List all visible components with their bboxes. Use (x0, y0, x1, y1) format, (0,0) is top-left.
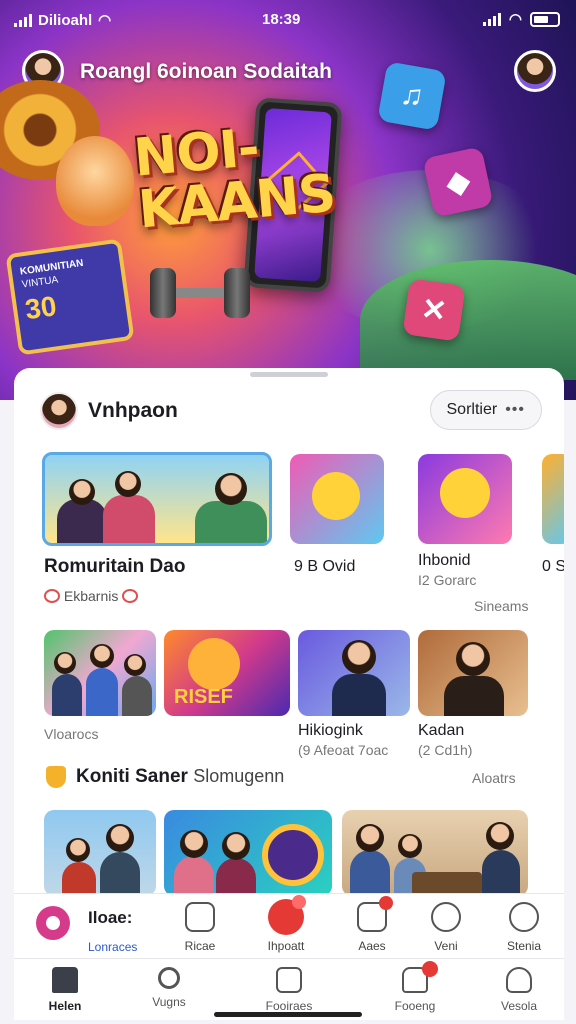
search-icon (158, 967, 180, 989)
community-card: KOMUNITIAN VINTUA 30 (5, 238, 135, 356)
game-logo: NOI- KAANS (131, 118, 338, 241)
row2-item1-caption: Vloarocs (44, 726, 99, 742)
sort-button[interactable]: Sorltier ••• (429, 390, 542, 430)
nav-favorites[interactable]: Fooiraes (244, 967, 334, 1013)
drag-handle[interactable] (250, 372, 328, 377)
shield-tile-icon: ◆ (422, 146, 494, 218)
nav-notifications[interactable]: Fooeng (370, 961, 460, 1013)
profile-icon (506, 967, 532, 993)
action-lonraces-label[interactable]: Lonraces (88, 940, 137, 954)
row1-item3-subtitle: I2 Gorarc (418, 572, 477, 588)
action-ricae[interactable]: Ricae (160, 902, 240, 953)
row3-thumbnail-3[interactable] (342, 810, 528, 896)
hero-banner[interactable]: Dilioahl ◠ 18:39 ◠ Roangl 6oinoan Sodait… (0, 0, 576, 400)
battery-icon (530, 11, 560, 27)
shield-icon (46, 766, 66, 788)
nav-search[interactable]: Vugns (124, 967, 214, 1009)
notifications-icon (402, 961, 438, 993)
row1-thumbnail-4[interactable] (542, 454, 564, 544)
row1-item2-title[interactable]: 9 B Ovid (294, 558, 355, 576)
row3-thumbnail-2[interactable] (164, 810, 332, 896)
star-icon (268, 895, 306, 935)
signal-icon (14, 13, 32, 27)
row2-thumbnail-4[interactable] (418, 630, 528, 716)
row2-thumbnail-3[interactable] (298, 630, 410, 716)
action-stenia[interactable]: Stenia (484, 902, 564, 953)
dumbbell-illustration (150, 262, 250, 322)
row2-item3-subtitle: (9 Afeoat 7oac (298, 742, 389, 758)
wifi-icon: ◠ (98, 12, 112, 29)
gift-icon (357, 896, 393, 932)
section-link[interactable]: Aloatrs (472, 770, 516, 786)
comment-icon (122, 589, 139, 603)
section-title: Koniti Saner Slomugenn (76, 766, 285, 787)
nav-home[interactable]: Helen (20, 967, 110, 1013)
bottom-nav: Helen Vugns Fooiraes Fooeng Vesola (14, 958, 564, 1020)
row2-thumbnail-2[interactable]: RISEF (164, 630, 290, 716)
app-screen: Dilioahl ◠ 18:39 ◠ Roangl 6oinoan Sodait… (0, 0, 576, 1024)
action-row: Iloae: Lonraces Ricae Ihpoatt Aaes Veni … (14, 893, 564, 959)
row1-item1-meta: Ekbarnis (44, 588, 139, 604)
row2-item4-subtitle: (2 Cd1h) (418, 742, 473, 758)
smiley-icon (440, 468, 490, 518)
status-bar: Dilioahl ◠ 18:39 ◠ (0, 0, 576, 40)
smiley-icon (312, 472, 360, 520)
cell-signal-icon (482, 12, 501, 26)
action-aaes[interactable]: Aaes (332, 896, 412, 953)
hero-avatar-right[interactable] (514, 50, 556, 92)
row2-thumbnail-1[interactable] (44, 630, 156, 716)
card-icon (185, 902, 215, 932)
action-ihpoatt[interactable]: Ihpoatt (246, 895, 326, 953)
row1-item1-title[interactable]: Romuritain Dao (44, 556, 185, 578)
home-icon (52, 967, 78, 993)
content-sheet: Vnhpaon Sorltier ••• Romuritain Dao Ekba… (14, 368, 564, 908)
row1-item4-title[interactable]: 0 S (542, 558, 564, 576)
row1-thumbnail-2[interactable] (290, 454, 384, 544)
chat-icon (509, 902, 539, 932)
action-veni[interactable]: Veni (406, 902, 486, 953)
user-avatar[interactable] (40, 392, 78, 430)
hamster-illustration (56, 136, 134, 226)
status-time: 18:39 (262, 11, 301, 28)
more-icon: ••• (505, 401, 525, 418)
music-tile-icon: ♫ (377, 61, 447, 131)
row2-item4-title[interactable]: Kadan (418, 722, 464, 740)
emoji-icon (431, 902, 461, 932)
wifi-status-icon: ◠ (508, 11, 522, 28)
hero-title: Roangl 6oinoan Sodaitah (80, 60, 333, 83)
sheet-title: Vnhpaon (88, 399, 178, 422)
close-tile-icon: ✕ (402, 278, 466, 342)
action-row-title: Iloae: (88, 908, 133, 927)
carrier-name: Dilioahl (38, 11, 93, 29)
row2-item3-title[interactable]: Hikiogink (298, 722, 363, 740)
wheel-icon (262, 824, 324, 886)
row3-thumbnail-1[interactable] (44, 810, 156, 896)
row1-thumbnail-3[interactable] (418, 454, 512, 544)
nav-profile[interactable]: Vesola (474, 967, 564, 1013)
home-indicator (214, 1012, 362, 1017)
row1-item3-title[interactable]: Ihbonid (418, 552, 471, 570)
logo-badge-icon[interactable] (36, 906, 70, 940)
smiley-icon (276, 967, 302, 993)
comment-icon (44, 589, 60, 603)
bear-icon (188, 638, 240, 690)
featured-thumbnail[interactable] (42, 452, 272, 546)
row1-see-all-link[interactable]: Sineams (474, 598, 528, 614)
